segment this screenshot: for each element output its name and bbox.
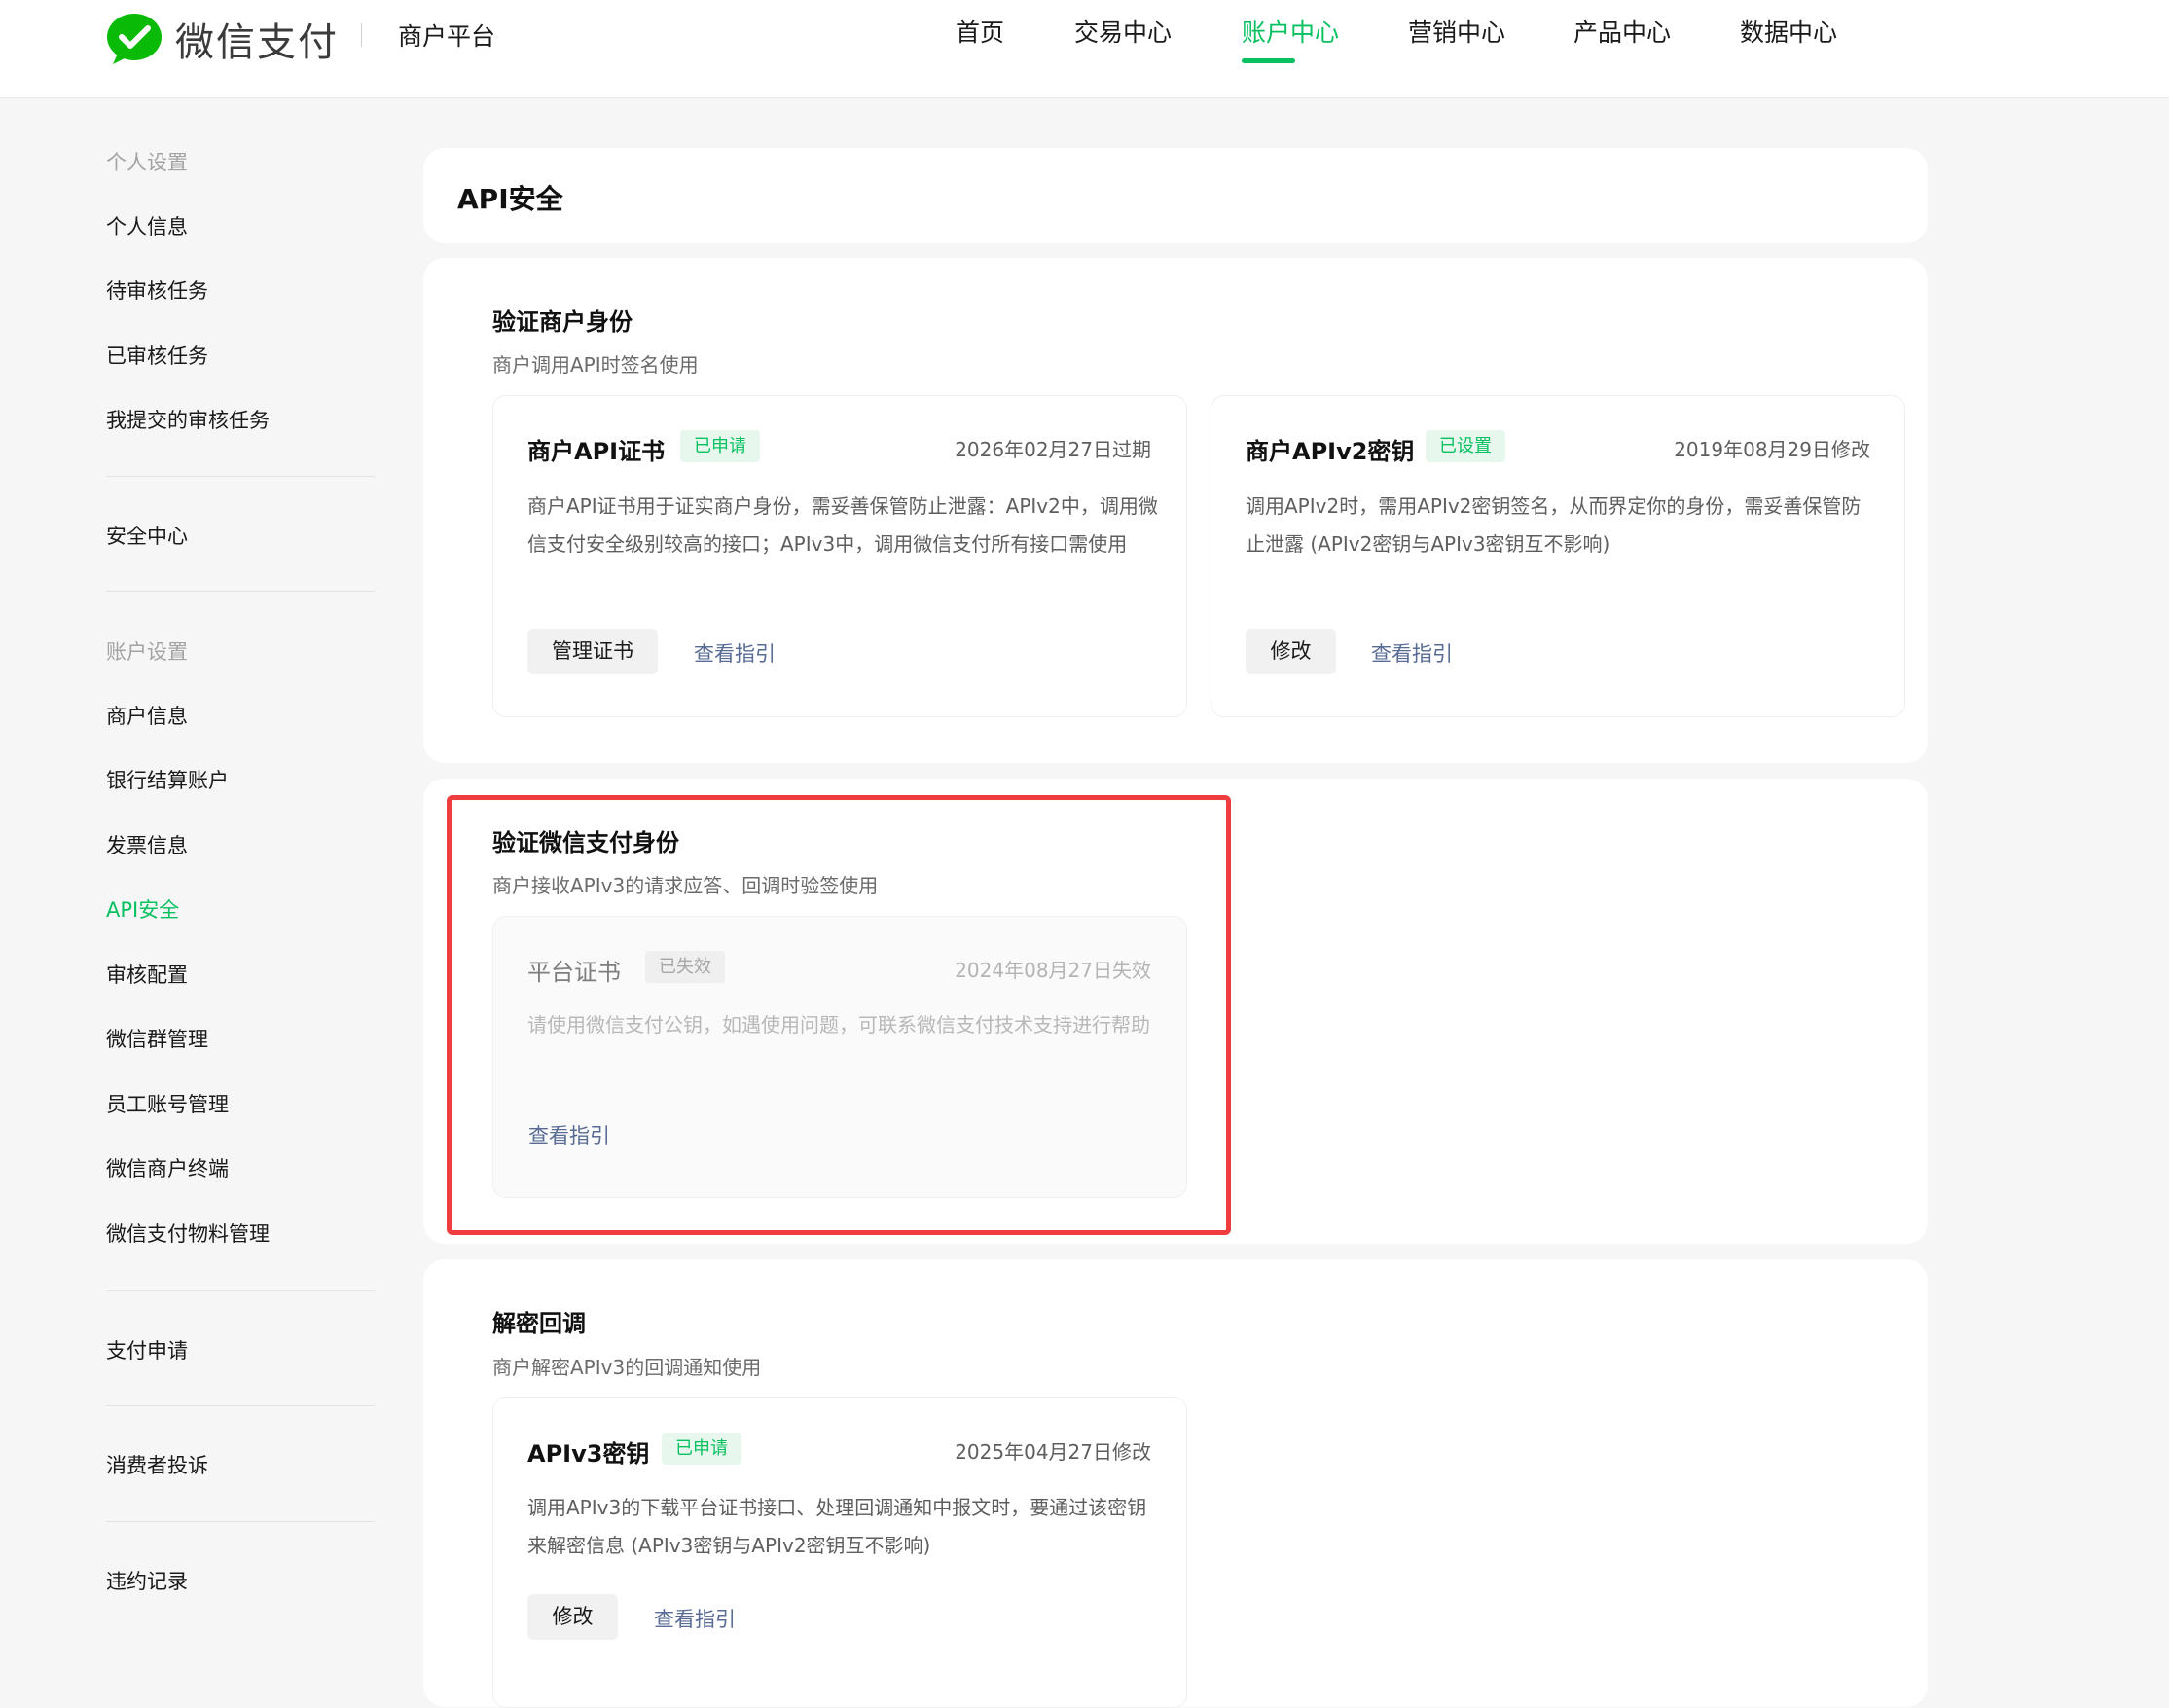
sidebar-item-api-security[interactable]: API安全: [106, 894, 179, 924]
nav-products[interactable]: 产品中心: [1573, 16, 1671, 64]
sidebar-item-payment-apply[interactable]: 支付申请: [106, 1335, 188, 1364]
wechat-pay-logo[interactable]: 微信支付: [105, 10, 339, 68]
nav-marketing[interactable]: 营销中心: [1408, 16, 1505, 64]
sidebar-divider: [106, 1290, 375, 1291]
card-date: 2025年04月27日修改: [955, 1440, 1151, 1464]
view-guide-link[interactable]: 查看指引: [654, 1604, 736, 1633]
sidebar-item-pending-review[interactable]: 待审核任务: [106, 275, 208, 305]
section-title: 解密回调: [492, 1310, 586, 1337]
nav-home[interactable]: 首页: [956, 16, 1004, 64]
nav-data[interactable]: 数据中心: [1740, 16, 1837, 64]
sidebar-divider: [106, 591, 375, 592]
sidebar-group-personal: 个人设置: [106, 151, 188, 174]
sidebar-item-violations[interactable]: 违约记录: [106, 1566, 188, 1595]
sidebar-item-my-submitted[interactable]: 我提交的审核任务: [106, 405, 270, 434]
sidebar-item-bank-account[interactable]: 银行结算账户: [106, 765, 229, 794]
sidebar-group-account: 账户设置: [106, 640, 188, 664]
platform-name: 商户平台: [398, 22, 496, 51]
sidebar: 个人设置 个人信息 待审核任务 已审核任务 我提交的审核任务 安全中心 账户设置…: [0, 98, 409, 1680]
sidebar-item-security-center[interactable]: 安全中心: [106, 521, 188, 550]
status-badge: 已申请: [662, 1433, 741, 1465]
sidebar-divider: [106, 1521, 375, 1522]
logo-text: 微信支付: [175, 20, 339, 65]
card-description: 调用APIv3的下载平台证书接口、处理回调通知中报文时，要通过该密钥来解密信息 …: [527, 1496, 1147, 1557]
wechat-pay-logo-icon: [105, 13, 163, 65]
sidebar-item-complaints[interactable]: 消费者投诉: [106, 1450, 208, 1479]
modify-button[interactable]: 修改: [527, 1594, 618, 1640]
page-title-card: [423, 148, 1928, 243]
sidebar-item-personal-info[interactable]: 个人信息: [106, 211, 188, 240]
sidebar-item-wechat-groups[interactable]: 微信群管理: [106, 1024, 208, 1053]
sidebar-item-merchant-info[interactable]: 商户信息: [106, 701, 188, 730]
page-title: API安全: [457, 183, 563, 215]
nav-account-center[interactable]: 账户中心: [1242, 16, 1339, 64]
sidebar-item-materials[interactable]: 微信支付物料管理: [106, 1218, 270, 1248]
section-subtitle: 商户调用API时签名使用: [492, 353, 699, 377]
sidebar-divider: [106, 476, 375, 477]
section-subtitle: 商户解密APIv3的回调通知使用: [492, 1356, 762, 1379]
nav-transactions[interactable]: 交易中心: [1074, 16, 1172, 64]
view-guide-link[interactable]: 查看指引: [694, 638, 776, 668]
card-description: 商户API证书用于证实商户身份，需妥善保管防止泄露：APIv2中，调用微信支付安…: [527, 494, 1158, 556]
sidebar-item-reviewed[interactable]: 已审核任务: [106, 341, 208, 370]
sidebar-item-invoice[interactable]: 发票信息: [106, 830, 188, 859]
top-header: 微信支付 商户平台 首页 交易中心 账户中心 营销中心 产品中心 数据中心: [0, 0, 2169, 98]
status-badge: 已设置: [1426, 430, 1505, 462]
card-date: 2019年08月29日修改: [1674, 438, 1870, 461]
nav-active-indicator: [1242, 58, 1295, 63]
sidebar-divider: [106, 1405, 375, 1406]
highlight-box: [447, 795, 1231, 1235]
card-date: 2026年02月27日过期: [955, 438, 1151, 461]
status-badge: 已申请: [680, 430, 760, 462]
card-title: 商户APIv2密钥: [1246, 438, 1415, 465]
card-title: APIv3密钥: [527, 1440, 650, 1468]
card-description: 调用APIv2时，需用APIv2密钥签名，从而界定你的身份，需妥善保管防止泄露 …: [1246, 494, 1862, 556]
logo-divider: [361, 23, 362, 47]
sidebar-item-staff-accounts[interactable]: 员工账号管理: [106, 1089, 229, 1118]
sidebar-item-review-config[interactable]: 审核配置: [106, 960, 188, 989]
sidebar-item-terminals[interactable]: 微信商户终端: [106, 1153, 229, 1182]
card-title: 商户API证书: [527, 438, 666, 465]
section-title: 验证商户身份: [492, 309, 633, 336]
manage-cert-button[interactable]: 管理证书: [527, 629, 658, 674]
view-guide-link[interactable]: 查看指引: [1371, 638, 1453, 668]
modify-button[interactable]: 修改: [1246, 629, 1336, 674]
